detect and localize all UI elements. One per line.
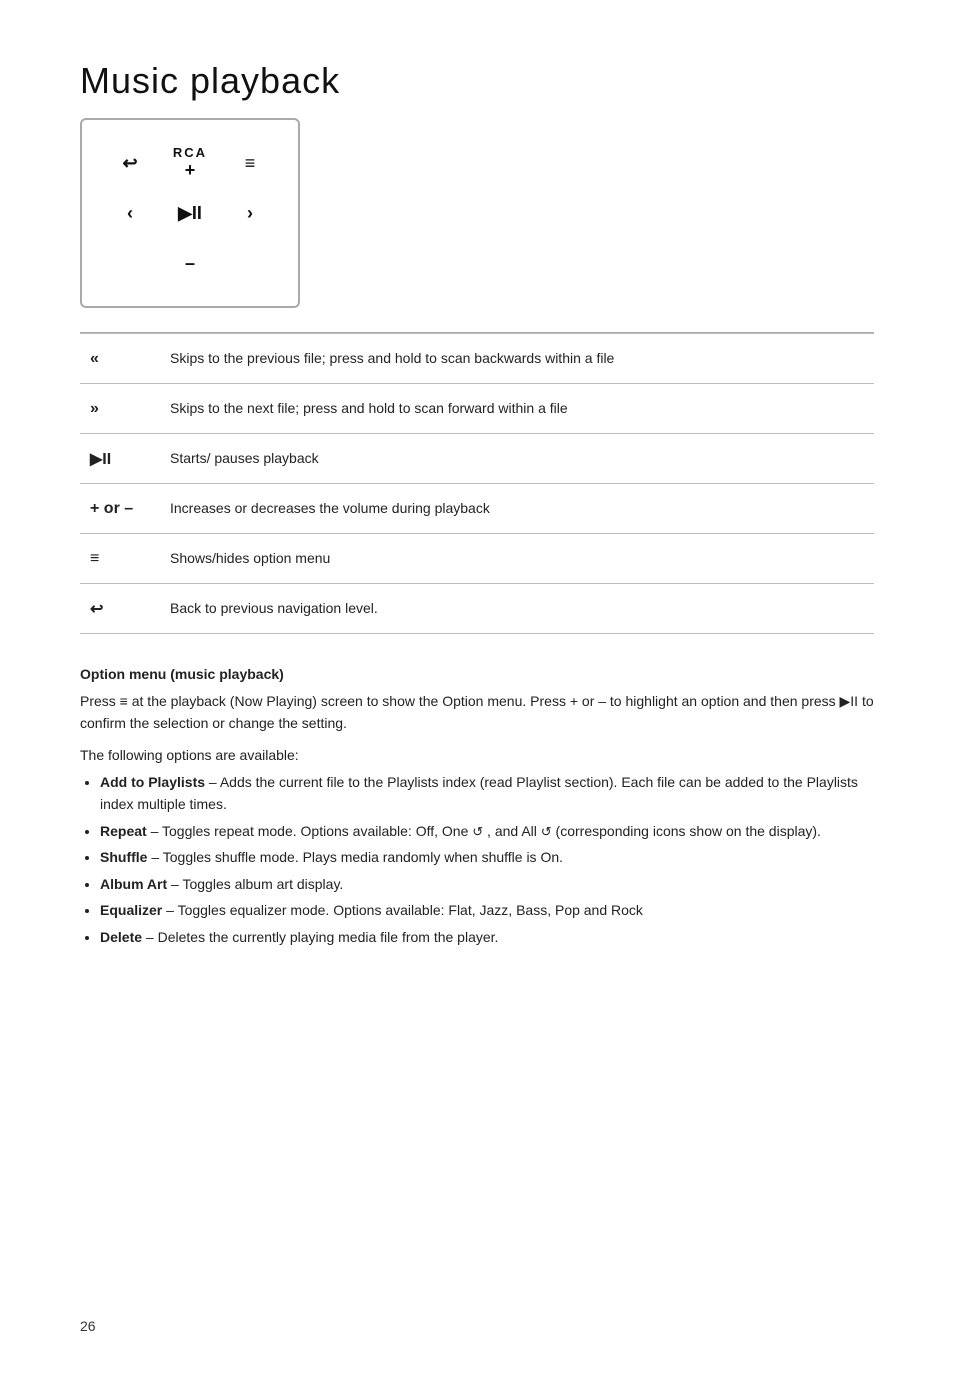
menu-button-icon: ≡ (245, 153, 256, 174)
table-row: ▶IIStarts/ pauses playback (80, 434, 874, 484)
list-item: Album Art – Toggles album art display. (100, 873, 874, 895)
playpause-button-icon: ▶II (178, 203, 202, 224)
table-row: ≡Shows/hides option menu (80, 534, 874, 584)
list-item: Equalizer – Toggles equalizer mode. Opti… (100, 899, 874, 921)
control-description: Skips to the previous file; press and ho… (160, 334, 874, 384)
table-row: «Skips to the previous file; press and h… (80, 334, 874, 384)
list-item: Shuffle – Toggles shuffle mode. Plays me… (100, 846, 874, 868)
option-menu-title: Option menu (music playback) (80, 666, 874, 682)
table-row: »Skips to the next file; press and hold … (80, 384, 874, 434)
option-available-label: The following options are available: (80, 747, 874, 763)
control-symbol: ▶II (80, 434, 160, 484)
device-buttons: ↩ RCA + ≡ ‹ ▶II › – (100, 138, 280, 288)
control-description: Starts/ pauses playback (160, 434, 874, 484)
next-button-icon: › (247, 203, 253, 224)
page-number: 26 (80, 1318, 96, 1334)
list-item: Delete – Deletes the currently playing m… (100, 926, 874, 948)
option-menu-intro: Press ≡ at the playback (Now Playing) sc… (80, 690, 874, 735)
page-title: Music playback (80, 60, 874, 102)
prev-button-icon: ‹ (127, 203, 133, 224)
control-description: Skips to the next file; press and hold t… (160, 384, 874, 434)
list-item: Add to Playlists – Adds the current file… (100, 771, 874, 816)
controls-table: «Skips to the previous file; press and h… (80, 333, 874, 634)
control-symbol: « (80, 334, 160, 384)
control-description: Shows/hides option menu (160, 534, 874, 584)
control-symbol: ≡ (80, 534, 160, 584)
option-list: Add to Playlists – Adds the current file… (80, 771, 874, 948)
control-symbol: » (80, 384, 160, 434)
minus-button-icon: – (185, 253, 195, 274)
control-description: Back to previous navigation level. (160, 584, 874, 634)
back-button-icon: ↩ (122, 153, 137, 174)
control-symbol: + or – (80, 484, 160, 534)
device-mockup: ↩ RCA + ≡ ‹ ▶II › – (80, 118, 300, 308)
brand-label: RCA (173, 145, 207, 160)
control-description: Increases or decreases the volume during… (160, 484, 874, 534)
list-item: Repeat – Toggles repeat mode. Options av… (100, 820, 874, 843)
table-row: ↩Back to previous navigation level. (80, 584, 874, 634)
control-symbol: ↩ (80, 584, 160, 634)
plus-button-icon: + (173, 160, 207, 181)
option-menu-section: Option menu (music playback) Press ≡ at … (80, 666, 874, 948)
table-row: + or –Increases or decreases the volume … (80, 484, 874, 534)
